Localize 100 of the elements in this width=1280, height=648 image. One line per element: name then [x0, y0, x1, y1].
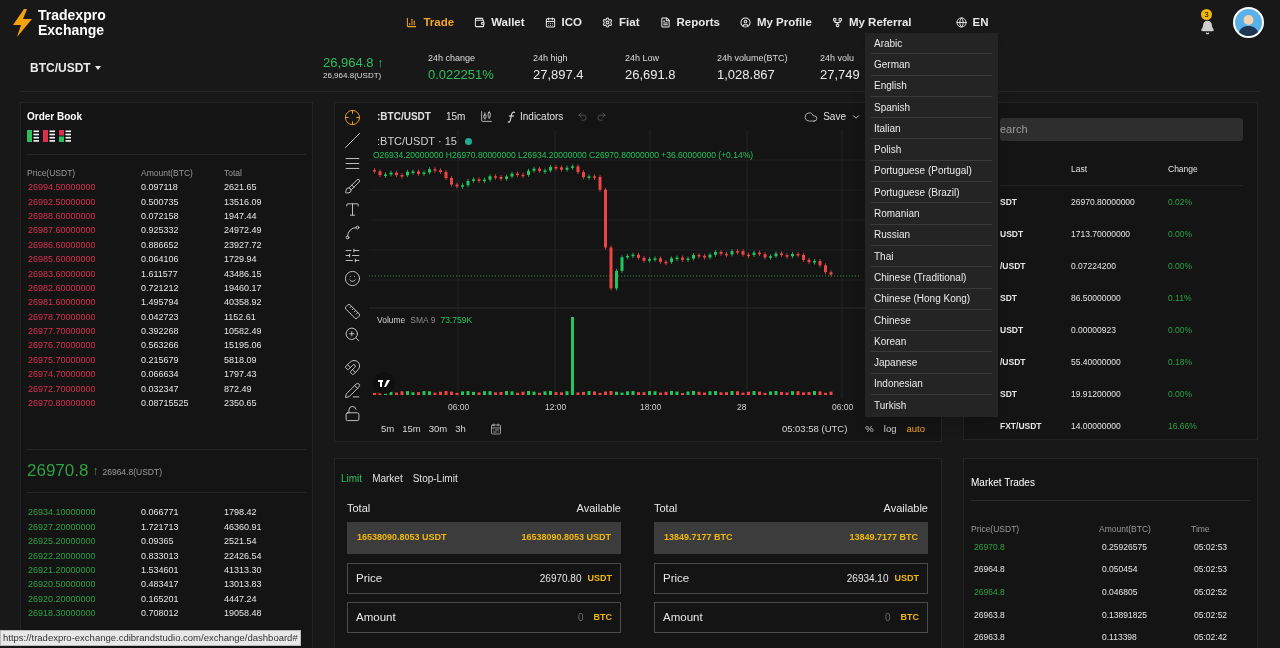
market-pair[interactable]: SDT [1000, 387, 1071, 401]
amount-input[interactable]: 0 [523, 610, 584, 625]
language-option[interactable]: Turkish [871, 395, 992, 417]
volume-bar [587, 391, 591, 395]
order-amount: 1.495794 [141, 296, 180, 310]
language-option[interactable]: Arabic [871, 33, 992, 55]
language-option[interactable]: Romanian [871, 203, 992, 225]
buy-view-icon[interactable] [59, 130, 71, 142]
magnet-icon[interactable] [343, 359, 361, 376]
language-option[interactable]: Polish [871, 139, 992, 161]
candles-icon[interactable] [480, 110, 493, 123]
line-tool-icon[interactable] [343, 132, 361, 149]
order-type-tab[interactable]: Limit [341, 471, 363, 486]
trade-price: 26963.8 [974, 631, 1006, 645]
notification-button[interactable]: 3 [1197, 8, 1217, 37]
language-option[interactable]: Portuguese (Portugal) [871, 160, 992, 183]
pattern-tool-icon[interactable] [343, 224, 361, 241]
range-button[interactable]: 30m [428, 421, 448, 437]
language-selector[interactable]: EN [955, 13, 989, 32]
price-field[interactable]: Price 26970.80 USDT [347, 563, 621, 594]
nav-link[interactable]: My Referral [831, 13, 912, 32]
language-option[interactable]: Chinese (Traditional) [871, 267, 992, 289]
market-pair[interactable]: SDT [1000, 195, 1071, 209]
nav-link[interactable]: Fiat [602, 13, 640, 32]
language-option[interactable]: Spanish [871, 96, 992, 119]
order-total: 40358.92 [224, 296, 263, 310]
language-option[interactable]: Korean [871, 331, 992, 353]
language-option[interactable]: Japanese [871, 352, 992, 374]
amount-input[interactable]: 0 [830, 610, 891, 625]
language-option[interactable]: Indonesian [871, 373, 992, 396]
nav-link[interactable]: Wallet [474, 13, 525, 32]
trade-time: 05:02:53 [1194, 563, 1229, 577]
column-header: Change [1168, 162, 1199, 176]
nav-link[interactable]: Reports [659, 13, 720, 32]
brush-icon[interactable] [343, 178, 361, 195]
sell-view-icon[interactable] [43, 130, 55, 142]
market-pair[interactable]: /USDT [1000, 259, 1071, 273]
order-total: 23927.72 [224, 238, 263, 252]
interval-button[interactable]: 15m [446, 109, 480, 124]
time-axis-label: 06:00 [832, 401, 854, 414]
scale-option[interactable]: log [883, 421, 897, 437]
language-option[interactable]: Thai [871, 245, 992, 268]
indicators-button[interactable]: Indicators [507, 109, 564, 124]
calendar-icon[interactable] [489, 423, 502, 435]
order-price: 26982.60000000 [27, 281, 97, 295]
market-pair[interactable]: USDT [1000, 227, 1071, 241]
text-tool-icon[interactable] [343, 201, 361, 218]
language-option[interactable]: Portuguese (Brazil) [871, 182, 992, 204]
range-button[interactable]: 15m [402, 421, 421, 437]
order-total: 4447.24 [224, 592, 258, 606]
volume-bar [576, 392, 580, 395]
order-total: 872.49 [224, 382, 253, 396]
language-option[interactable]: Chinese [871, 309, 992, 332]
trade-amount: 0.13891825 [1102, 608, 1148, 622]
chart-symbol[interactable]: :BTC/USDT [377, 109, 446, 124]
order-price: 26983.60000000 [27, 267, 97, 281]
order-amount: 0.042723 [141, 310, 180, 324]
nav-link[interactable]: Trade [406, 13, 455, 32]
nav-link[interactable]: My Profile [739, 13, 812, 32]
language-option[interactable]: Russian [871, 224, 992, 246]
pair-selector[interactable]: BTC/USDT [30, 59, 323, 77]
language-option[interactable]: Italian [871, 118, 992, 140]
zoom-in-icon[interactable] [343, 326, 361, 343]
market-last-price: 19.91200000 [1071, 387, 1122, 401]
language-option[interactable]: English [871, 75, 992, 97]
crosshair-icon[interactable] [343, 109, 361, 126]
search-field[interactable]: earch [1000, 117, 1243, 141]
volume-bar [499, 392, 503, 395]
measure-lines-icon[interactable] [343, 247, 361, 264]
amount-field[interactable]: Amount 0 BTC [654, 602, 928, 633]
volume-bar [433, 392, 437, 395]
order-total: 2621.65 [224, 181, 258, 195]
field-label: Amount [663, 609, 703, 625]
smiley-icon[interactable] [343, 270, 361, 287]
order-type-tab[interactable]: Market [372, 471, 403, 486]
save-button[interactable]: Save [804, 109, 861, 124]
market-pair[interactable]: FXT/USDT [1000, 419, 1071, 433]
range-button[interactable]: 3h [455, 421, 466, 437]
market-pair[interactable]: /USDT [1000, 355, 1071, 369]
price-field[interactable]: Price 26934.10 USDT [654, 563, 928, 594]
amount-field[interactable]: Amount 0 BTC [347, 602, 621, 633]
language-option[interactable]: Chinese (Hong Kong) [871, 288, 992, 310]
avatar[interactable] [1233, 7, 1264, 38]
order-total: 46360.91 [224, 520, 263, 534]
ruler-icon[interactable] [343, 303, 361, 320]
scale-option[interactable]: % [865, 421, 874, 437]
horizontal-lines-icon[interactable] [343, 155, 361, 172]
order-type-tab[interactable]: Stop-Limit [412, 471, 458, 486]
order-total: 2350.65 [224, 397, 258, 411]
volume-bar [554, 392, 558, 395]
scale-option[interactable]: auto [906, 421, 925, 437]
nav-link[interactable]: ICO [544, 13, 583, 32]
market-pair[interactable]: USDT [1000, 323, 1071, 337]
pencil-icon[interactable] [343, 382, 361, 399]
lock-icon[interactable] [343, 405, 361, 422]
range-button[interactable]: 5m [381, 421, 395, 437]
market-pair[interactable]: SDT [1000, 291, 1071, 305]
buy-sell-view-icon[interactable] [27, 130, 39, 142]
order-amount: 0.066634 [141, 368, 180, 382]
language-option[interactable]: German [871, 54, 992, 76]
